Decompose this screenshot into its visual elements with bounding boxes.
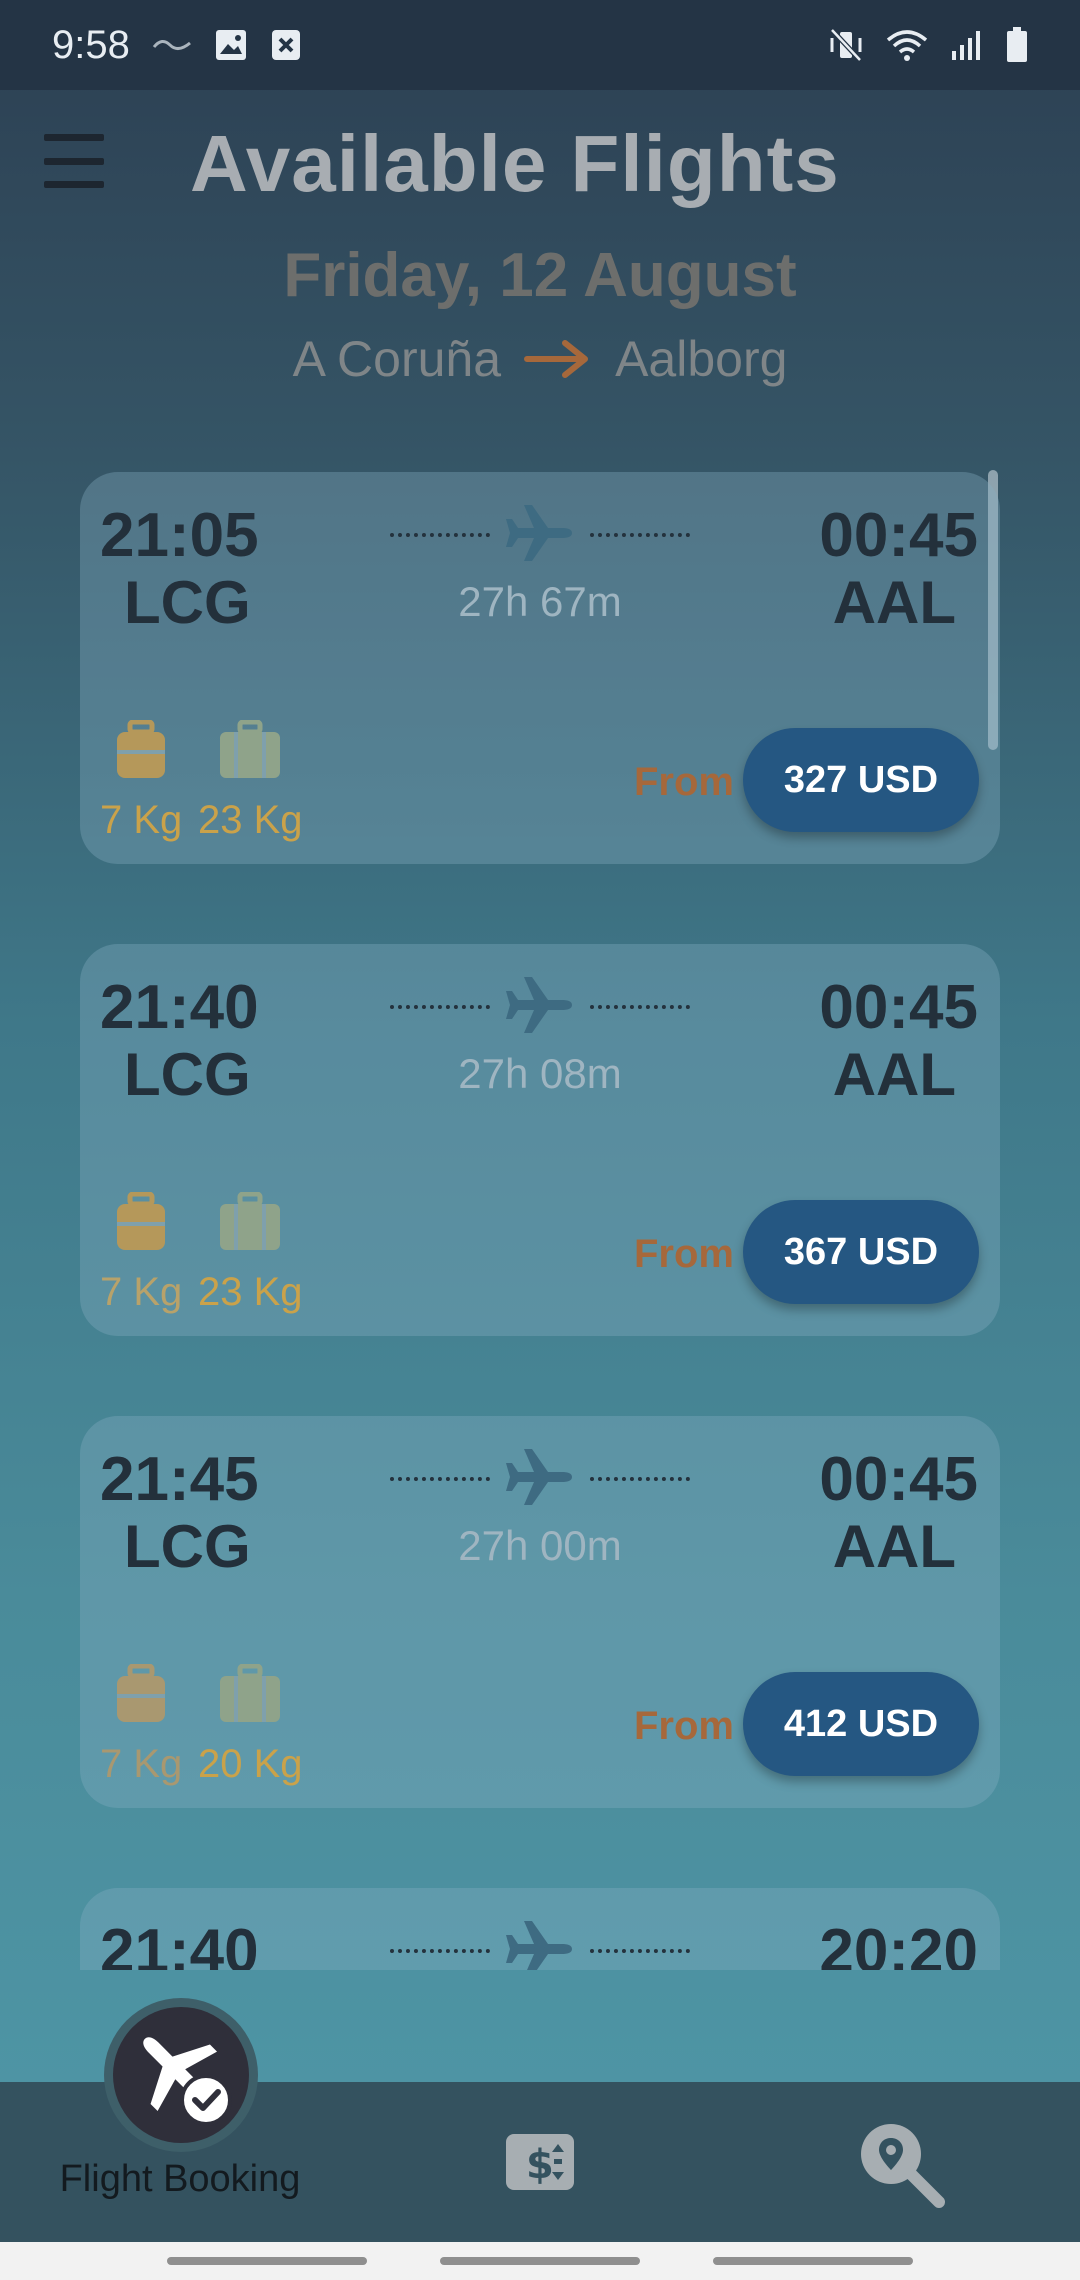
from-label: From [634, 1704, 734, 1748]
flight-duration: 27h 00m [458, 1522, 622, 1569]
wave-icon [152, 35, 192, 55]
battery-icon [1006, 27, 1028, 63]
departure-time: 21:40 [100, 973, 259, 1042]
departure-code: LCG [124, 1041, 251, 1108]
departure-time: 21:45 [100, 1445, 259, 1514]
flight-duration: 27h 08m [458, 1050, 622, 1097]
close-box-icon [270, 28, 302, 62]
price-button[interactable]: 367 USD [743, 1200, 979, 1304]
cabin-bag-icon [114, 1663, 168, 1731]
checked-bag-icon [218, 1191, 282, 1259]
flight-booking-check-icon[interactable] [113, 2007, 249, 2143]
flight-path [390, 1916, 690, 1970]
flight-list[interactable]: 21:05 LCG 27h 67m 00:45 AAL 7 Kg 23 Kg F… [0, 470, 1080, 1970]
arrival-time: 00:45 [819, 973, 978, 1042]
checked-bag-weight: 23 Kg [198, 798, 303, 842]
departure-time: 21:05 [100, 501, 259, 570]
checked-bag-weight: 23 Kg [198, 1270, 303, 1314]
svg-text:$: $ [526, 2142, 554, 2188]
airplane-icon [504, 1447, 576, 1512]
route-summary: A Coruña Aalborg [0, 330, 1080, 388]
wifi-icon [886, 28, 928, 62]
departure-code: LCG [124, 1513, 251, 1580]
arrow-right-icon [523, 339, 593, 379]
price-sort-icon[interactable]: $ [504, 2132, 576, 2197]
flight-path [390, 1444, 690, 1514]
arrival-code: AAL [832, 1513, 956, 1580]
flight-booking-nav-button[interactable] [104, 1998, 258, 2152]
mute-vibrate-icon [828, 28, 864, 62]
cabin-bag-weight: 7 Kg [100, 798, 183, 842]
departure-time: 21:40 [100, 1917, 259, 1970]
status-bar: 9:58 [0, 0, 1080, 90]
hamburger-menu-icon[interactable] [44, 134, 104, 188]
price-button[interactable]: 327 USD [743, 728, 979, 832]
cabin-bag-icon [114, 719, 168, 787]
cabin-bag-weight: 7 Kg [100, 1742, 183, 1786]
system-gesture-bar[interactable] [0, 2242, 1080, 2280]
flight-card[interactable]: 21:45 LCG 27h 00m 00:45 AAL 7 Kg 20 Kg F… [80, 1416, 1000, 1808]
flight-path [390, 500, 690, 570]
status-time: 9:58 [52, 22, 130, 67]
signal-icon [950, 29, 984, 61]
airplane-icon [504, 1919, 576, 1970]
flight-duration: 27h 67m [458, 578, 622, 625]
departure-code: LCG [124, 569, 251, 636]
flight-card[interactable]: 21:40 LCG 27h 08m 00:45 AAL 7 Kg 23 Kg F… [80, 944, 1000, 1336]
destination-city: Aalborg [615, 331, 788, 387]
checked-bag-icon [218, 719, 282, 787]
from-label: From [634, 1232, 734, 1276]
location-search-icon[interactable] [855, 2118, 945, 2213]
page-title: Available Flights [190, 119, 840, 208]
airplane-icon [504, 975, 576, 1040]
flight-path [390, 972, 690, 1042]
arrival-time: 20:20 [819, 1917, 978, 1970]
cabin-bag-icon [114, 1191, 168, 1259]
arrival-time: 00:45 [819, 1445, 978, 1514]
arrival-code: AAL [832, 1041, 956, 1108]
airplane-icon [504, 503, 576, 568]
image-icon [214, 28, 248, 62]
arrival-code: AAL [832, 569, 956, 636]
checked-bag-icon [218, 1663, 282, 1731]
from-label: From [634, 760, 734, 804]
nav-label-flight-booking[interactable]: Flight Booking [0, 2158, 360, 2201]
flight-card[interactable]: 21:40 20:20 [80, 1888, 1000, 1970]
checked-bag-weight: 20 Kg [198, 1742, 303, 1786]
flight-card[interactable]: 21:05 LCG 27h 67m 00:45 AAL 7 Kg 23 Kg F… [80, 472, 1000, 864]
price-button[interactable]: 412 USD [743, 1672, 979, 1776]
origin-city: A Coruña [292, 331, 502, 387]
flight-date: Friday, 12 August [283, 241, 797, 310]
arrival-time: 00:45 [819, 501, 978, 570]
cabin-bag-weight: 7 Kg [100, 1270, 183, 1314]
